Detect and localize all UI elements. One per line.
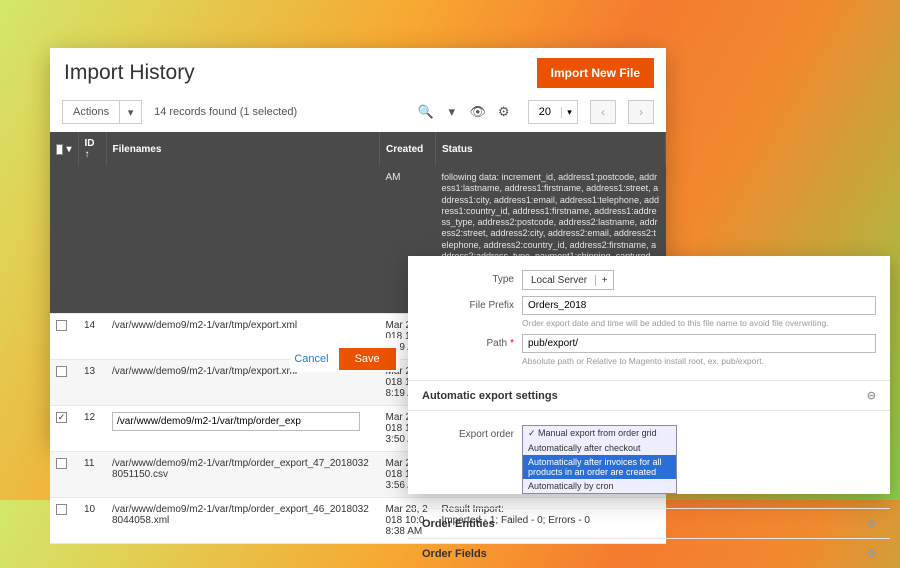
gear-icon[interactable]: ⚙ <box>494 102 514 122</box>
file-prefix-input[interactable] <box>522 296 876 315</box>
filename-input[interactable] <box>112 412 360 431</box>
collapse-icon: ⊝ <box>867 517 876 530</box>
filter-icon[interactable]: ▾ <box>442 102 462 122</box>
page-title: Import History <box>64 61 195 85</box>
select-option[interactable]: Automatically by cron <box>523 479 676 493</box>
grid-toolbar: Actions ▾ 14 records found (1 selected) … <box>50 96 666 132</box>
section-order-fields[interactable]: Order Fields ⊝ <box>408 539 890 568</box>
export-settings-panel: Type Local Server+ File Prefix Order exp… <box>408 256 890 494</box>
export-order-label: Export order <box>422 425 522 440</box>
eye-icon[interactable]: 👁 <box>468 102 488 122</box>
records-found-label: 14 records found (1 selected) <box>154 106 297 118</box>
row-checkbox[interactable] <box>56 504 67 515</box>
chevron-down-icon: ▾ <box>119 101 141 123</box>
export-order-select[interactable]: Manual export from order grid Automatica… <box>522 425 677 494</box>
plus-icon: + <box>595 275 613 286</box>
page-size-select[interactable]: 20▾ <box>528 100 578 124</box>
path-label: Path* <box>422 334 522 349</box>
section-order-entities[interactable]: Order Entities ⊝ <box>408 509 890 539</box>
row-checkbox[interactable] <box>56 366 67 377</box>
col-created[interactable]: Created <box>380 132 436 166</box>
col-filenames[interactable]: Filenames <box>106 132 380 166</box>
section-auto-export[interactable]: Automatic export settings ⊝ <box>408 381 890 411</box>
row-checkbox[interactable] <box>56 412 67 423</box>
type-label: Type <box>422 270 522 285</box>
row-checkbox[interactable] <box>56 458 67 469</box>
cancel-button[interactable]: Cancel <box>294 348 328 370</box>
collapse-icon: ⊝ <box>867 389 876 402</box>
save-button[interactable]: Save <box>339 348 396 370</box>
col-status[interactable]: Status <box>436 132 666 166</box>
col-select-all[interactable]: ▾ <box>50 132 78 166</box>
search-icon[interactable]: 🔍 <box>416 102 436 122</box>
collapse-icon: ⊝ <box>867 547 876 560</box>
file-prefix-label: File Prefix <box>422 296 522 311</box>
import-new-file-button[interactable]: Import New File <box>537 58 654 88</box>
select-option[interactable]: Manual export from order grid <box>523 426 676 441</box>
pager-next-button[interactable]: › <box>628 100 654 124</box>
select-option[interactable]: Automatically after invoices for all pro… <box>523 455 676 479</box>
actions-dropdown[interactable]: Actions ▾ <box>62 100 142 124</box>
pager-prev-button[interactable]: ‹ <box>590 100 616 124</box>
file-prefix-hint: Order export date and time will be added… <box>522 318 876 328</box>
path-hint: Absolute path or Relative to Magento ins… <box>522 356 876 366</box>
row-checkbox[interactable] <box>56 320 67 331</box>
inline-edit-actions: Cancel Save <box>290 338 400 372</box>
col-id[interactable]: ID ↑ <box>78 132 106 166</box>
select-option[interactable]: Automatically after checkout <box>523 441 676 455</box>
type-dropdown[interactable]: Local Server+ <box>522 270 614 290</box>
path-input[interactable] <box>522 334 876 353</box>
